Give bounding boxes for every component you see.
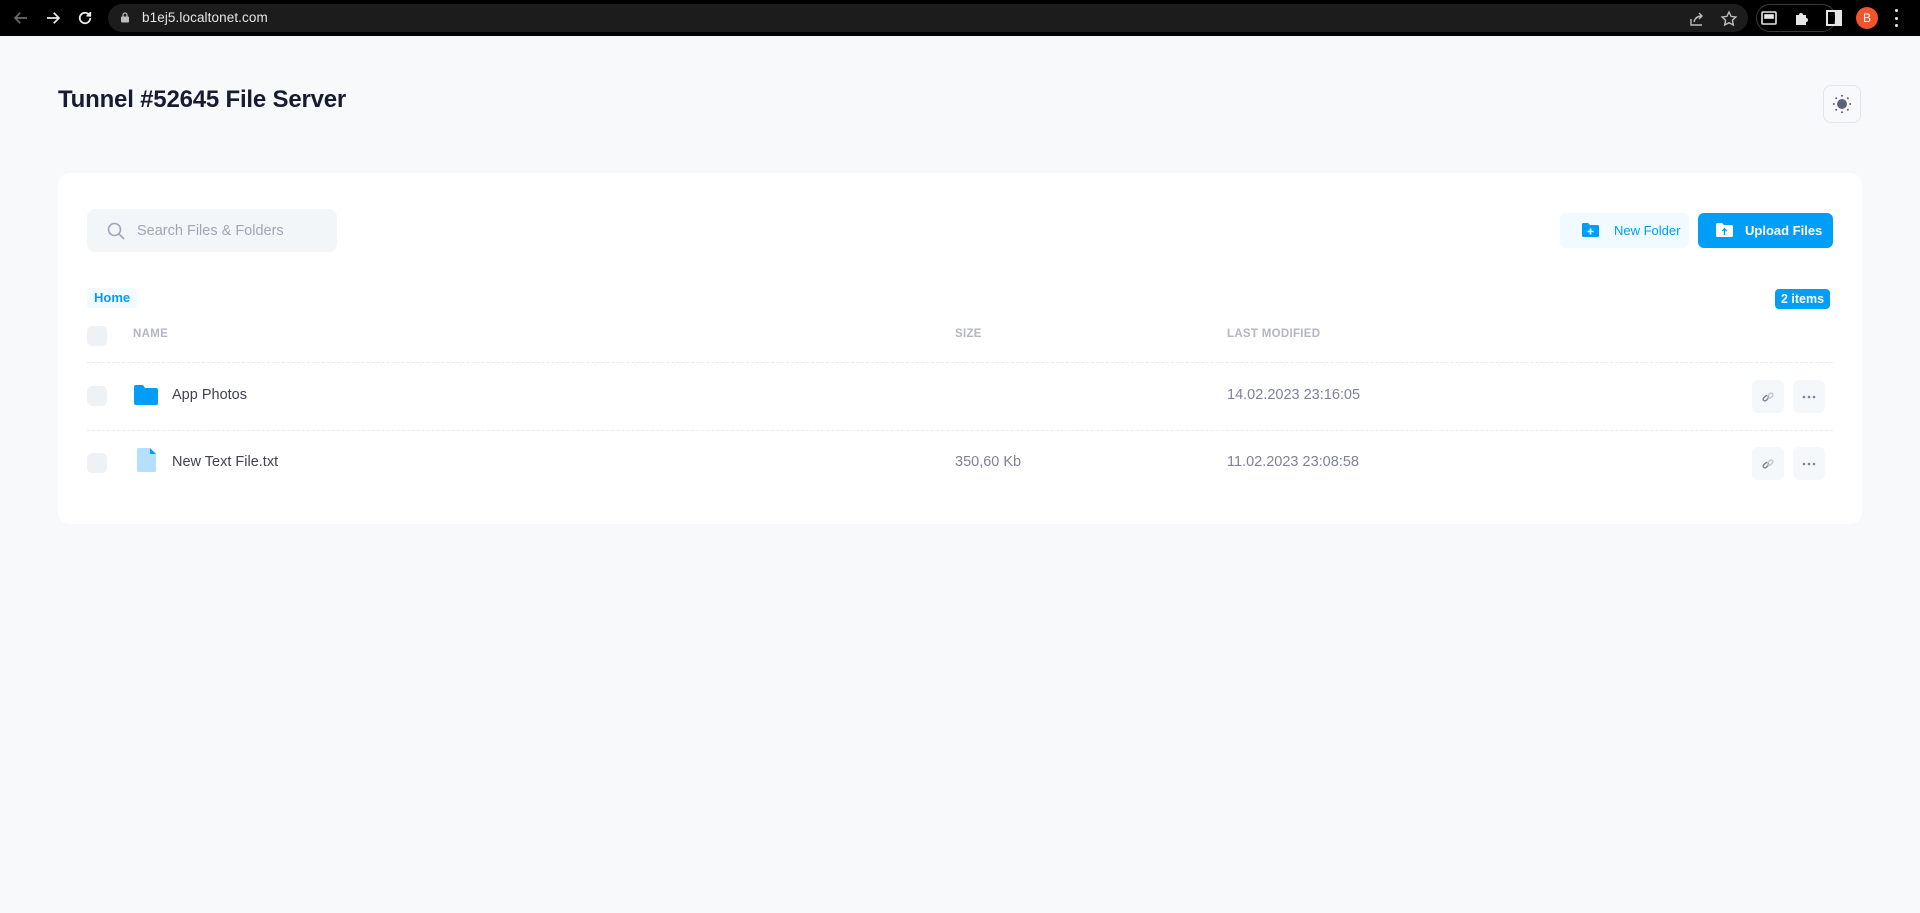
- item-count-badge: 2 items: [1775, 289, 1831, 309]
- breadcrumb-home[interactable]: Home: [87, 288, 138, 308]
- item-name[interactable]: App Photos: [172, 387, 247, 403]
- column-header-last-modified[interactable]: Last Modified: [1227, 328, 1320, 340]
- search-box[interactable]: [87, 209, 337, 252]
- reload-icon: [78, 11, 92, 25]
- arrow-right-icon: [47, 12, 61, 24]
- browser-menu-button[interactable]: [1893, 9, 1899, 27]
- folder-icon: [134, 385, 158, 405]
- column-header-name[interactable]: Name: [133, 328, 168, 340]
- item-name[interactable]: New Text File.txt: [172, 454, 278, 470]
- share-icon[interactable]: [1688, 10, 1706, 28]
- item-size: 350,60 Kb: [955, 454, 1022, 470]
- url-text: b1ej5.localtonet.com: [142, 10, 268, 25]
- bookmark-star-icon[interactable]: [1720, 10, 1738, 28]
- forward-button[interactable]: [37, 2, 69, 34]
- sun-icon: [1832, 94, 1852, 114]
- select-all-checkbox[interactable]: [87, 326, 107, 346]
- search-icon: [107, 222, 125, 240]
- copy-link-icon: [1762, 391, 1774, 402]
- folder-upload-icon: [1716, 223, 1733, 237]
- lock-icon: [121, 12, 129, 23]
- back-button[interactable]: [5, 2, 37, 34]
- copy-link-button[interactable]: [1752, 380, 1784, 413]
- item-modified: 14.02.2023 23:16:05: [1227, 387, 1361, 403]
- upload-files-button[interactable]: Upload Files: [1698, 213, 1833, 248]
- extensions-puzzle-icon[interactable]: [1793, 9, 1811, 27]
- more-options-icon: [1802, 395, 1816, 398]
- page-title: Tunnel #52645 File Server: [58, 86, 347, 113]
- copy-link-icon: [1762, 458, 1774, 469]
- folder-plus-icon: [1582, 223, 1599, 237]
- reload-button[interactable]: [69, 2, 101, 34]
- tab-search-icon[interactable]: [1760, 9, 1778, 27]
- profile-avatar[interactable]: B: [1856, 7, 1878, 29]
- table-row[interactable]: New Text File.txt 350,60 Kb 11.02.2023 2…: [58, 431, 1862, 498]
- file-manager-card: New Folder Upload Files Home 2 items Nam…: [58, 173, 1862, 524]
- more-options-icon: [1802, 462, 1816, 465]
- new-folder-button[interactable]: New Folder: [1560, 213, 1689, 248]
- side-panel-icon[interactable]: [1825, 9, 1843, 27]
- item-modified: 11.02.2023 23:08:58: [1227, 454, 1359, 470]
- column-header-size[interactable]: Size: [955, 328, 982, 340]
- browser-toolbar: b1ej5.localtonet.com B: [0, 0, 1920, 36]
- address-bar[interactable]: b1ej5.localtonet.com: [108, 4, 1748, 32]
- new-folder-label: New Folder: [1614, 223, 1681, 238]
- row-checkbox[interactable]: [87, 453, 107, 473]
- table-row[interactable]: App Photos 14.02.2023 23:16:05: [58, 363, 1862, 430]
- search-input[interactable]: [137, 209, 327, 252]
- arrow-left-icon: [13, 12, 27, 24]
- row-checkbox[interactable]: [87, 386, 107, 406]
- theme-toggle-button[interactable]: [1823, 85, 1861, 123]
- upload-files-label: Upload Files: [1745, 223, 1823, 238]
- more-options-button[interactable]: [1793, 380, 1825, 413]
- more-options-button[interactable]: [1793, 447, 1825, 480]
- copy-link-button[interactable]: [1752, 447, 1784, 480]
- file-icon: [137, 448, 156, 472]
